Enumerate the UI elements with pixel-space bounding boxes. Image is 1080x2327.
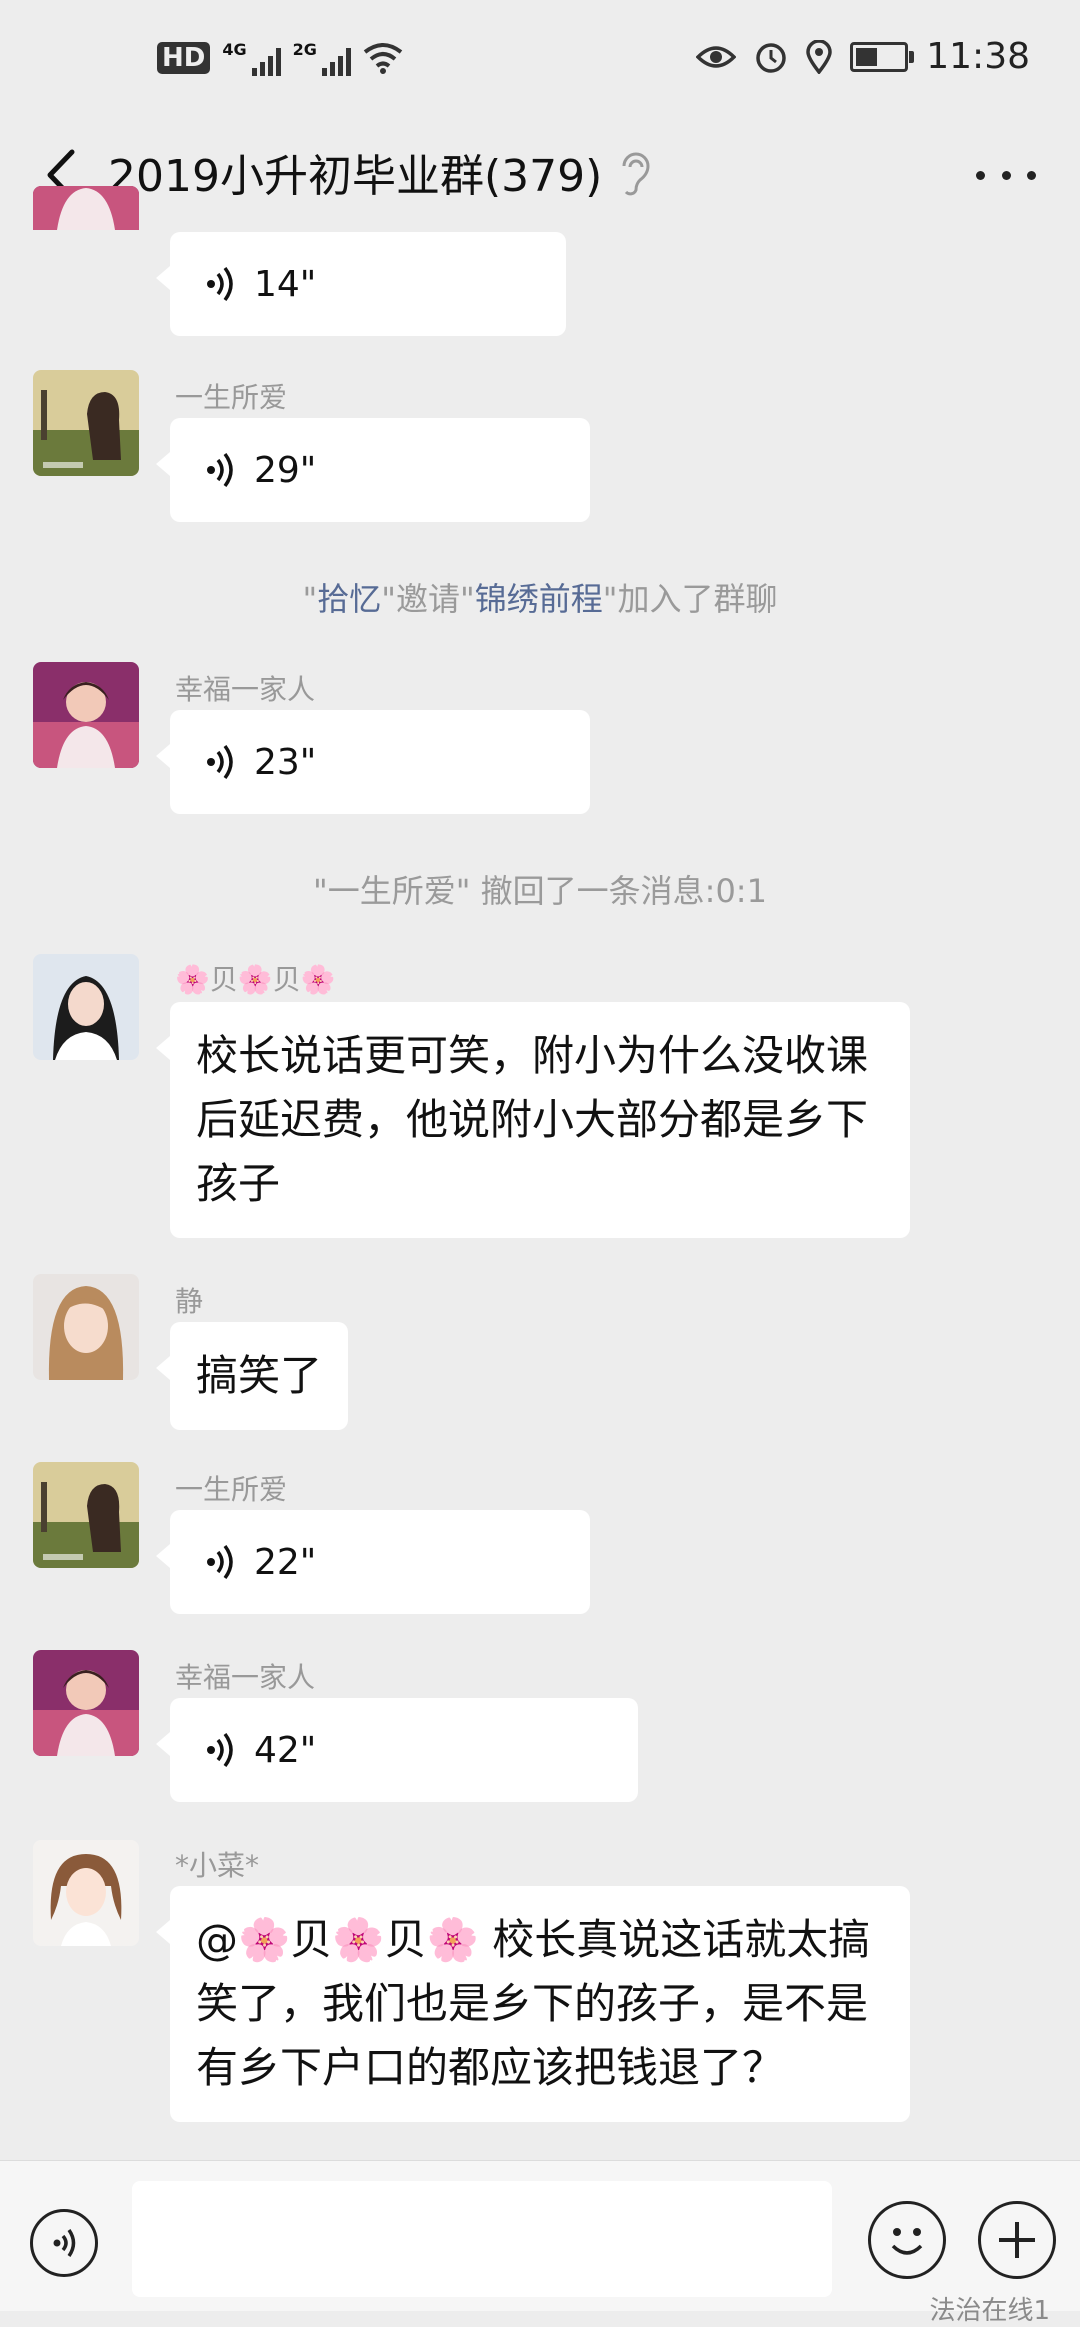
voice-wave-icon <box>206 264 240 304</box>
location-icon <box>806 39 833 74</box>
avatar[interactable] <box>33 1274 139 1380</box>
status-right: 11:38 <box>696 36 1030 77</box>
emoji-icon <box>891 2228 923 2255</box>
sender-name: 幸福一家人 <box>175 673 316 706</box>
clock: 11:38 <box>926 36 1030 77</box>
sender-name: *小菜* <box>175 1849 260 1882</box>
more-options-button[interactable] <box>976 160 1036 190</box>
voice-wave-icon <box>206 450 240 490</box>
voice-duration: 14" <box>254 263 317 305</box>
voice-wave-icon <box>206 1730 240 1770</box>
ear-mode-icon <box>622 152 650 196</box>
voice-input-button[interactable] <box>30 2209 98 2277</box>
chat-title: 2019小升初毕业群(379) <box>108 151 603 202</box>
chat-header: 2019小升初毕业群(379) <box>0 120 1080 230</box>
text-message-bubble[interactable]: @🌸贝🌸贝🌸 校长真说这话就太搞笑了，我们也是乡下的孩子，是不是有乡下户口的都应… <box>156 1886 910 2122</box>
system-notice-recall: "一生所爱" 撤回了一条消息:0:1 <box>313 872 767 910</box>
voice-message-bubble[interactable]: 14" <box>156 232 566 336</box>
invitee-link[interactable]: 锦绣前程 <box>475 580 603 618</box>
status-bar: HD 4G 2G 11:38 <box>0 0 1080 120</box>
voice-duration: 42" <box>254 1729 317 1771</box>
emoji-button[interactable] <box>868 2201 946 2279</box>
voice-mode-icon <box>53 2229 76 2257</box>
voice-message-bubble[interactable]: 42" <box>156 1698 638 1802</box>
text-message-bubble[interactable]: 校长说话更可笑，附小为什么没收课后延迟费，他说附小大部分都是乡下孩子 <box>156 1002 910 1238</box>
alarm-icon <box>756 42 786 73</box>
voice-duration: 29" <box>254 449 317 491</box>
hd-badge: HD <box>157 42 211 74</box>
network-2g-label: 2G <box>292 40 317 59</box>
wifi-icon <box>363 43 403 74</box>
sender-name: 🌸贝🌸贝🌸 <box>175 963 336 996</box>
sender-name: 静 <box>175 1285 204 1318</box>
avatar[interactable] <box>33 954 139 1060</box>
sender-name: 一生所爱 <box>175 1473 288 1506</box>
voice-wave-icon <box>206 742 240 782</box>
voice-message-bubble[interactable]: 23" <box>156 710 590 814</box>
text-message-bubble[interactable]: 搞笑了 <box>155 1322 349 1430</box>
input-bar <box>0 2160 1080 2311</box>
system-notice-invite: "拾忆"邀请"锦绣前程"加入了群聊 <box>302 580 778 618</box>
message-input[interactable] <box>132 2181 832 2297</box>
inviter-link[interactable]: 拾忆 <box>317 580 381 618</box>
voice-duration: 23" <box>254 741 317 783</box>
voice-duration: 22" <box>254 1541 317 1583</box>
avatar[interactable] <box>33 662 139 768</box>
more-functions-button[interactable] <box>978 2201 1056 2279</box>
battery-icon <box>850 41 915 72</box>
plus-icon <box>999 2222 1035 2258</box>
eye-icon <box>696 45 737 68</box>
signal-2g-icon: 2G <box>293 40 351 76</box>
voice-message-bubble[interactable]: 29" <box>156 418 590 522</box>
avatar[interactable] <box>33 1462 139 1568</box>
network-4g-label: 4G <box>222 40 247 59</box>
avatar[interactable] <box>33 1650 139 1756</box>
avatar[interactable] <box>33 1840 139 1946</box>
avatar[interactable] <box>33 186 139 292</box>
sender-name: 一生所爱 <box>175 381 288 414</box>
voice-message-bubble[interactable]: 22" <box>156 1510 590 1614</box>
battery-level <box>856 47 877 66</box>
voice-wave-icon <box>206 1542 240 1582</box>
avatar[interactable] <box>33 370 139 476</box>
sender-name: 幸福一家人 <box>175 1661 316 1694</box>
watermark: 法治在线1 <box>929 2296 1050 2326</box>
status-left: HD 4G 2G <box>157 40 403 76</box>
signal-4g-icon: 4G <box>222 40 281 76</box>
